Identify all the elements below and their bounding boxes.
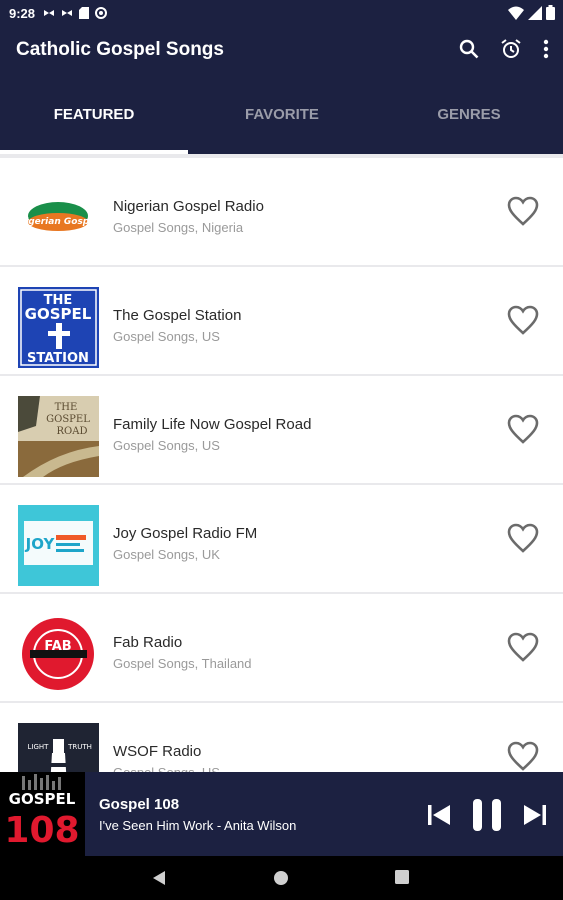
station-name: Fab Radio: [113, 634, 183, 651]
now-playing-track: I've Seen Him Work - Anita Wilson: [99, 818, 297, 833]
station-row[interactable]: THE GOSPEL ROAD Family Life Now Gospel R…: [0, 376, 563, 483]
station-subtitle: Gospel Songs, US: [113, 329, 220, 344]
heart-icon[interactable]: [507, 741, 539, 771]
gospel-station-logo: THE GOSPEL STATION: [18, 287, 99, 368]
back-icon[interactable]: [151, 870, 167, 886]
navigation-bar: [0, 856, 563, 900]
wsof-logo-text: TRUTH: [67, 743, 92, 751]
station-name: Family Life Now Gospel Road: [113, 416, 312, 433]
battery-icon: [546, 5, 555, 20]
heart-icon[interactable]: [507, 305, 539, 335]
station-logo: LIGHT TRUTH: [18, 723, 99, 773]
joy-gospel-logo-text: JOY: [25, 535, 56, 553]
app-title: Catholic Gospel Songs: [16, 39, 224, 60]
skip-previous-icon[interactable]: [427, 804, 451, 826]
player-controls: [427, 798, 547, 832]
station-subtitle: Gospel Songs, US: [113, 438, 220, 453]
station-name: Joy Gospel Radio FM: [113, 525, 258, 542]
tab-genres[interactable]: GENRES: [375, 106, 563, 123]
nigerian-gospel-logo-text: Nigerian Gospel: [18, 217, 99, 227]
wsof-logo-text: LIGHT: [28, 743, 50, 751]
station-name: Nigerian Gospel Radio: [113, 198, 264, 215]
tab-favorite[interactable]: FAVORITE: [188, 106, 376, 123]
station-row[interactable]: LIGHT TRUTH WSOF Radio Gospel Songs, US: [0, 703, 563, 773]
heart-icon[interactable]: [507, 196, 539, 226]
station-logo: THE GOSPEL ROAD: [18, 396, 99, 477]
station-list[interactable]: Nigerian Gospel Nigerian Gospel Radio Go…: [0, 154, 563, 773]
tab-bar: FEATURED FAVORITE GENRES: [0, 78, 563, 154]
tab-featured[interactable]: FEATURED: [0, 106, 188, 123]
status-time: 9:28: [9, 5, 36, 21]
alarm-clock-icon[interactable]: [501, 39, 521, 59]
now-playing-station: Gospel 108: [99, 796, 180, 813]
wifi-icon: [508, 6, 524, 20]
family-life-logo-text: GOSPEL: [46, 414, 90, 425]
gospel-108-logo: GOSPEL 108: [0, 772, 85, 856]
heart-icon[interactable]: [507, 523, 539, 553]
station-subtitle: Gospel Songs, Thailand: [113, 656, 252, 671]
radio-notification-icon: [44, 10, 55, 16]
station-row[interactable]: JOY Joy Gospel Radio FM Gospel Songs, UK: [0, 485, 563, 592]
home-icon[interactable]: [273, 870, 289, 886]
mini-player[interactable]: GOSPEL 108 Gospel 108 I've Seen Him Work…: [0, 772, 563, 856]
station-name: WSOF Radio: [113, 743, 202, 760]
gospel-station-logo-text: GOSPEL: [25, 305, 92, 323]
notification-icons: [43, 7, 108, 19]
sync-icon: [95, 7, 108, 19]
app-bar-actions: [459, 39, 549, 59]
skip-next-icon[interactable]: [523, 804, 547, 826]
recents-icon[interactable]: [395, 870, 409, 884]
station-logo: Nigerian Gospel: [18, 178, 99, 259]
family-life-logo-text: ROAD: [57, 426, 88, 437]
station-subtitle: Gospel Songs, UK: [113, 547, 220, 562]
pause-icon[interactable]: [471, 798, 503, 832]
gospel-station-logo-text: STATION: [27, 351, 89, 366]
more-vert-icon[interactable]: [543, 39, 549, 59]
station-name: The Gospel Station: [113, 307, 242, 324]
station-row[interactable]: Nigerian Gospel Nigerian Gospel Radio Go…: [0, 158, 563, 265]
radio-notification-icon: [62, 10, 73, 16]
station-subtitle: Gospel Songs, Nigeria: [113, 220, 244, 235]
station-logo: FAB: [18, 614, 99, 695]
station-row[interactable]: THE GOSPEL STATION The Gospel Station Go…: [0, 267, 563, 374]
fab-radio-logo: FAB: [22, 618, 94, 690]
sd-card-icon: [79, 7, 90, 19]
signal-icon: [528, 5, 542, 20]
status-bar: 9:28: [0, 0, 563, 26]
joy-gospel-logo: JOY: [18, 505, 99, 586]
fab-radio-logo-text: FAB: [44, 639, 71, 654]
wsof-radio-logo: LIGHT TRUTH: [18, 723, 99, 773]
station-logo: JOY: [18, 505, 99, 586]
now-playing-art: GOSPEL 108: [0, 772, 85, 856]
heart-icon[interactable]: [507, 414, 539, 444]
family-life-logo: THE GOSPEL ROAD: [18, 396, 99, 477]
station-logo: THE GOSPEL STATION: [18, 287, 99, 368]
gospel-108-logo-text: 108: [4, 810, 79, 851]
gospel-108-logo-text: GOSPEL: [9, 790, 76, 808]
search-icon[interactable]: [459, 39, 479, 59]
app-bar: Catholic Gospel Songs: [0, 26, 563, 78]
heart-icon[interactable]: [507, 632, 539, 662]
family-life-logo-text: THE: [55, 402, 78, 413]
station-row[interactable]: FAB Fab Radio Gospel Songs, Thailand: [0, 594, 563, 701]
system-indicators: [508, 5, 555, 20]
nigerian-gospel-logo: Nigerian Gospel: [18, 202, 99, 231]
